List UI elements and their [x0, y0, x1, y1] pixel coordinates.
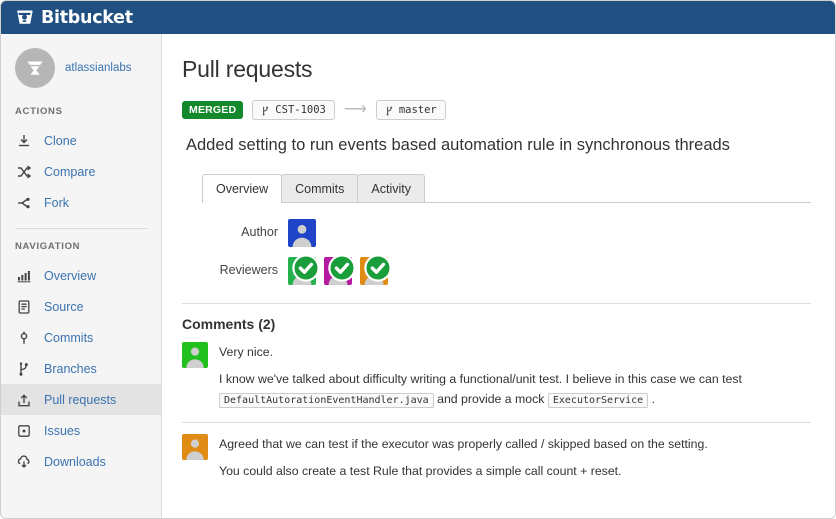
tab-commits[interactable]: Commits	[281, 174, 359, 202]
comment-paragraph: Very nice.	[219, 343, 811, 363]
comment-body: Agreed that we can test if the executor …	[219, 434, 811, 482]
tab-overview[interactable]: Overview	[202, 174, 283, 203]
author-avatars	[288, 219, 316, 247]
bitbucket-bucket-icon	[15, 8, 34, 27]
sidebar-item-source[interactable]: Source	[1, 291, 161, 322]
comment-text: .	[648, 391, 656, 406]
atlassian-labs-avatar	[15, 48, 55, 88]
sidebar-item-label: Clone	[44, 133, 77, 148]
issues-dot-icon	[15, 422, 33, 440]
avatar[interactable]	[288, 254, 320, 285]
sidebar-item-compare[interactable]: Compare	[1, 156, 161, 187]
approved-check-icon	[328, 254, 356, 282]
branch-icon	[262, 106, 269, 115]
fork-icon	[15, 194, 33, 212]
sidebar-item-label: Compare	[44, 164, 96, 179]
tab-bar: Overview Commits Activity	[202, 173, 811, 203]
sidebar-item-label: Source	[44, 299, 84, 314]
source-branch-chip[interactable]: CST-1003	[252, 100, 335, 120]
sidebar-item-label: Downloads	[44, 454, 106, 469]
reviewers-label: Reviewers	[219, 263, 278, 277]
main-content: Pull requests MERGED CST-1003 ⟶ master A…	[162, 34, 835, 518]
clone-download-icon	[15, 132, 33, 150]
bitbucket-app-window: Bitbucket atlassianlabs ACTIONS Clone Co…	[0, 0, 836, 519]
sidebar-item-downloads[interactable]: Downloads	[1, 446, 161, 477]
comment-item: Agreed that we can test if the executor …	[182, 433, 811, 482]
author-row: Author	[182, 219, 811, 247]
approved-check-icon	[364, 254, 392, 282]
sidebar-item-branches[interactable]: Branches	[1, 353, 161, 384]
comment-text: I know we've talked about difficulty wri…	[219, 371, 742, 386]
inline-code: ExecutorService	[547, 392, 649, 408]
comments-divider	[182, 303, 811, 304]
top-header-bar: Bitbucket	[1, 1, 835, 34]
destination-branch-chip[interactable]: master	[375, 100, 446, 120]
sidebar-navigation-list: Overview Source Commits Branches Pull re…	[1, 260, 161, 477]
reviewers-row: Reviewers	[182, 254, 811, 285]
pull-request-title: Added setting to run events based automa…	[186, 136, 730, 154]
sidebar-section-navigation-label: NAVIGATION	[15, 241, 81, 252]
sidebar-item-label: Issues	[44, 423, 81, 438]
repo-name-link[interactable]: atlassianlabs	[65, 62, 131, 74]
comment-paragraph: Agreed that we can test if the executor …	[219, 436, 708, 451]
sidebar-item-label: Branches	[44, 361, 97, 376]
avatar[interactable]	[288, 219, 316, 247]
overview-barchart-icon	[15, 267, 33, 285]
sidebar-section-actions-label: ACTIONS	[15, 106, 63, 117]
bitbucket-logo[interactable]: Bitbucket	[15, 8, 133, 28]
comment-body: Very nice. I know we've talked about dif…	[219, 342, 811, 410]
avatar[interactable]	[324, 254, 356, 285]
branch-status-row: MERGED CST-1003 ⟶ master	[182, 100, 811, 120]
comment-item: Very nice. I know we've talked about dif…	[182, 342, 811, 410]
brand-title: Bitbucket	[41, 7, 133, 28]
sidebar-item-label: Overview	[44, 268, 97, 283]
tab-activity[interactable]: Activity	[357, 174, 425, 202]
sidebar-item-label: Commits	[44, 330, 94, 345]
repo-header[interactable]: atlassianlabs	[1, 48, 161, 88]
sidebar: atlassianlabs ACTIONS Clone Compare Fork…	[1, 34, 162, 518]
branches-icon	[15, 360, 33, 378]
downloads-cloud-icon	[15, 453, 33, 471]
avatar[interactable]	[182, 433, 208, 460]
pull-request-upload-icon	[15, 391, 33, 409]
source-file-icon	[15, 298, 33, 316]
avatar[interactable]	[360, 254, 392, 285]
sidebar-actions-list: Clone Compare Fork	[1, 125, 161, 218]
comment-paragraph: You could also create a test Rule that p…	[219, 463, 622, 478]
commits-node-icon	[15, 329, 33, 347]
source-branch-name: CST-1003	[275, 104, 326, 116]
inline-code: DefaultAutorationEventHandler.java	[219, 392, 434, 408]
sidebar-item-fork[interactable]: Fork	[1, 187, 161, 218]
arrow-right-icon: ⟶	[343, 101, 367, 118]
sidebar-divider	[15, 228, 147, 229]
sidebar-item-label: Fork	[44, 195, 69, 210]
page-title: Pull requests	[182, 56, 313, 82]
destination-branch-name: master	[398, 104, 437, 116]
sidebar-item-label: Pull requests	[44, 392, 117, 407]
sidebar-item-overview[interactable]: Overview	[1, 260, 161, 291]
branch-icon	[386, 106, 393, 115]
body-container: atlassianlabs ACTIONS Clone Compare Fork…	[1, 34, 835, 518]
comment-separator	[182, 421, 811, 423]
comment-text: Very nice.	[219, 345, 273, 359]
comment-paragraph: I know we've talked about difficulty wri…	[219, 370, 811, 410]
sidebar-item-clone[interactable]: Clone	[1, 125, 161, 156]
status-badge: MERGED	[182, 101, 244, 119]
reviewer-avatars	[288, 254, 392, 285]
compare-shuffle-icon	[15, 163, 33, 181]
approved-check-icon	[292, 254, 320, 282]
author-label: Author	[241, 225, 278, 239]
sidebar-item-pull-requests[interactable]: Pull requests	[1, 384, 161, 415]
comments-heading: Comments (2)	[182, 316, 276, 332]
sidebar-item-issues[interactable]: Issues	[1, 415, 161, 446]
avatar[interactable]	[182, 342, 208, 368]
comment-text: and provide a mock	[433, 391, 548, 406]
sidebar-item-commits[interactable]: Commits	[1, 322, 161, 353]
